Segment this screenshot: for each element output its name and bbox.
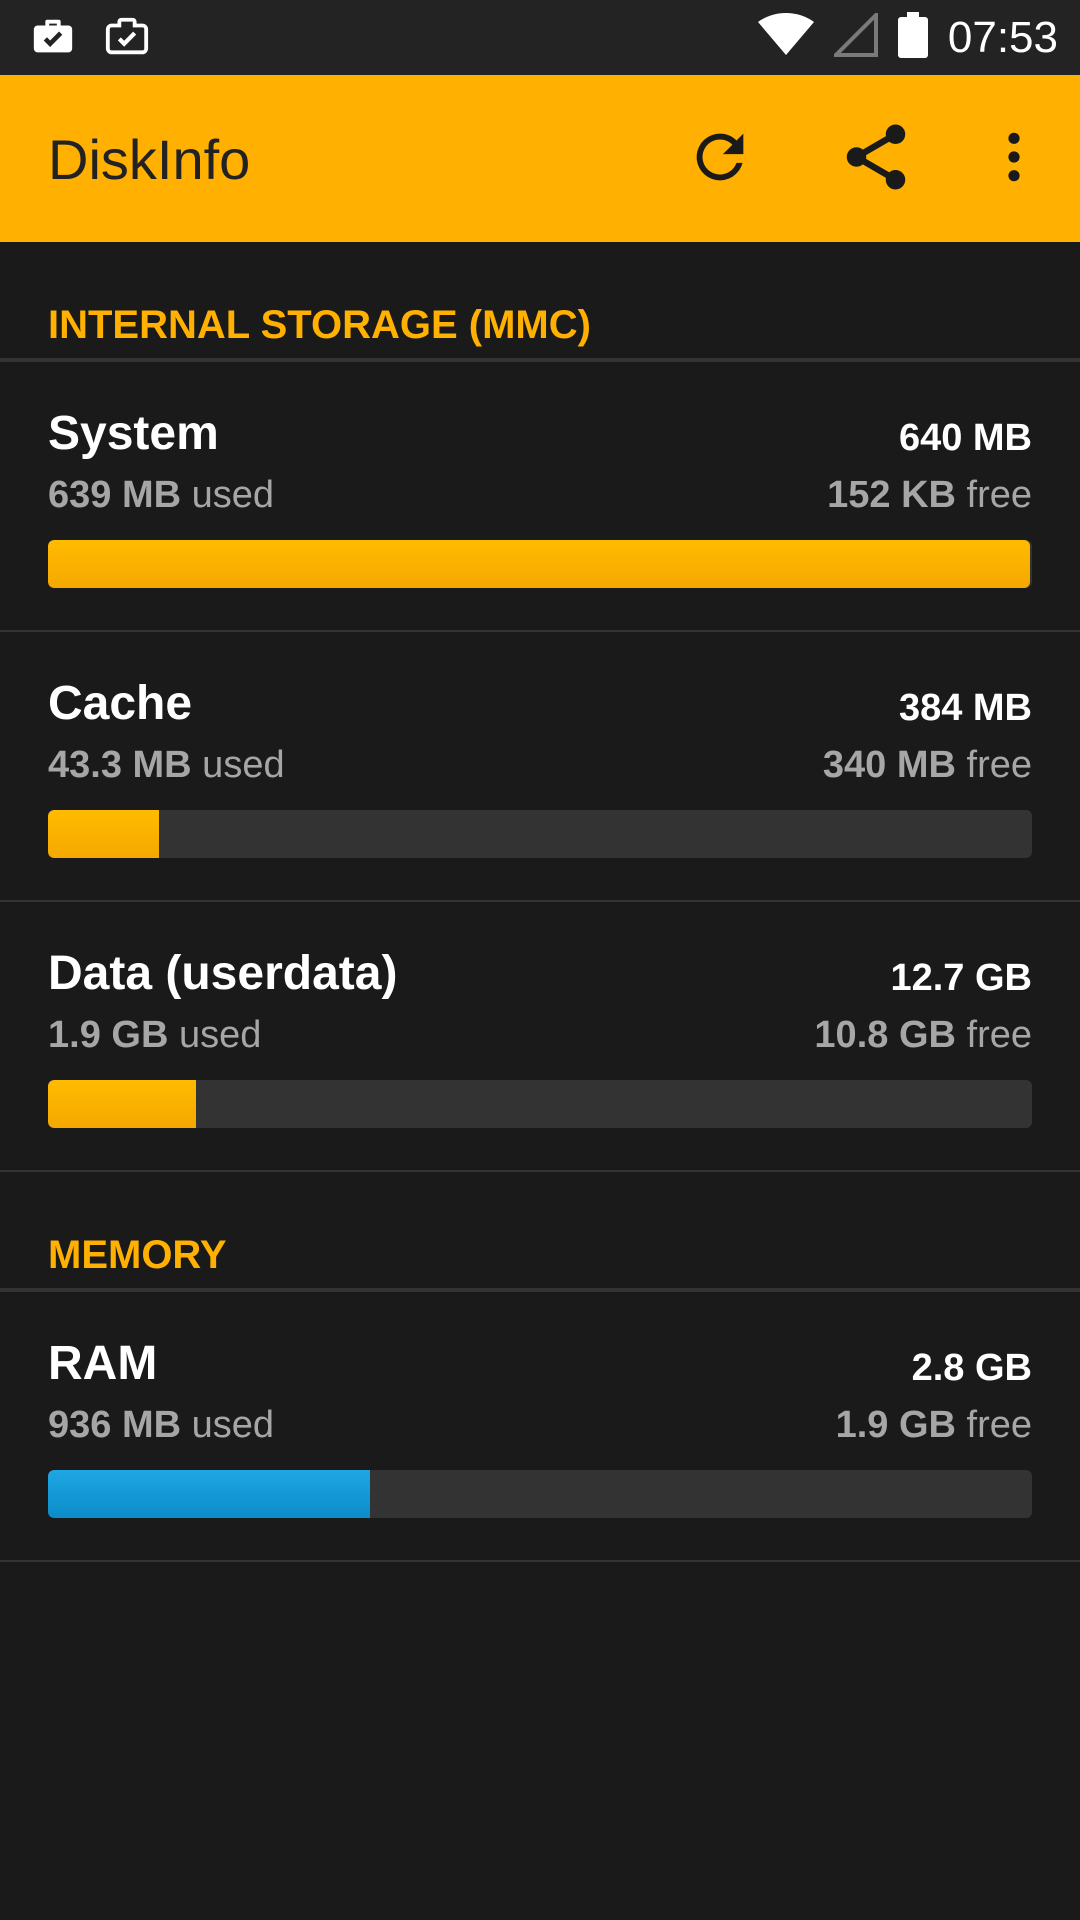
item-total-size: 12.7 GB [890, 957, 1032, 999]
status-time: 07:53 [947, 12, 1058, 62]
used-suffix: used [168, 1014, 262, 1056]
used-suffix: used [181, 1404, 275, 1446]
free-suffix: free [955, 1404, 1033, 1446]
clipboard-check-icon [104, 14, 150, 65]
memory-item-ram[interactable]: RAM 2.8 GB 936 MB used 1.9 GB free [0, 1292, 1080, 1562]
free-value: 152 KB [827, 474, 956, 516]
usage-progress-bar [48, 540, 1032, 588]
used-suffix: used [191, 744, 285, 786]
section-title: MEMORY [48, 1233, 227, 1277]
share-button[interactable] [832, 115, 920, 203]
storage-item-cache[interactable]: Cache 384 MB 43.3 MB used 340 MB free [0, 632, 1080, 902]
item-used: 936 MB used [48, 1404, 274, 1447]
used-value: 43.3 MB [48, 744, 192, 786]
app-bar: DiskInfo [0, 75, 1080, 242]
cell-signal-icon [831, 10, 878, 62]
item-total-size: 2.8 GB [911, 1347, 1032, 1389]
used-value: 1.9 GB [48, 1014, 169, 1056]
system-status: 07:53 [757, 0, 1058, 75]
usage-progress-bar [48, 1470, 1032, 1518]
item-free: 1.9 GB free [836, 1404, 1032, 1447]
usage-progress-fill [48, 1470, 370, 1518]
free-suffix: free [955, 744, 1033, 786]
item-name: Data (userdata) [48, 947, 398, 1000]
section-header-internal-storage: INTERNAL STORAGE (MMC) [0, 242, 1080, 362]
item-used: 43.3 MB used [48, 744, 285, 787]
usage-progress-fill [48, 1080, 196, 1128]
section-header-memory: MEMORY [0, 1172, 1080, 1292]
battery-icon [897, 12, 928, 63]
refresh-icon [685, 122, 755, 197]
usage-progress-bar [48, 1080, 1032, 1128]
briefcase-check-icon [30, 14, 76, 65]
usage-progress-bar [48, 810, 1032, 858]
refresh-button[interactable] [676, 115, 764, 203]
item-free: 152 KB free [827, 474, 1032, 517]
used-value: 639 MB [48, 474, 182, 516]
used-value: 936 MB [48, 1404, 182, 1446]
item-used: 639 MB used [48, 474, 274, 517]
item-total-size: 384 MB [898, 687, 1032, 729]
item-free: 10.8 GB free [814, 1014, 1032, 1057]
item-total-size: 640 MB [898, 417, 1032, 459]
free-suffix: free [955, 474, 1033, 516]
free-value: 340 MB [822, 744, 956, 786]
free-value: 1.9 GB [835, 1404, 956, 1446]
storage-item-system[interactable]: System 640 MB 639 MB used 152 KB free [0, 362, 1080, 632]
item-name: Cache [48, 677, 193, 730]
section-title: INTERNAL STORAGE (MMC) [48, 303, 591, 347]
status-bar: 07:53 [0, 0, 1080, 75]
free-suffix: free [955, 1014, 1033, 1056]
used-suffix: used [181, 474, 275, 516]
usage-progress-fill [48, 810, 160, 858]
item-free: 340 MB free [823, 744, 1032, 787]
usage-progress-fill [48, 540, 1031, 588]
wifi-icon [757, 13, 814, 62]
app-title: DiskInfo [48, 128, 251, 191]
item-name: RAM [48, 1337, 158, 1390]
storage-item-userdata[interactable]: Data (userdata) 12.7 GB 1.9 GB used 10.8… [0, 902, 1080, 1172]
notification-icons [30, 14, 150, 65]
share-icon [837, 118, 915, 201]
item-name: System [48, 407, 219, 460]
more-vert-icon [1004, 129, 1024, 190]
more-options-button[interactable] [970, 115, 1058, 203]
free-value: 10.8 GB [814, 1014, 956, 1056]
item-used: 1.9 GB used [48, 1014, 261, 1057]
